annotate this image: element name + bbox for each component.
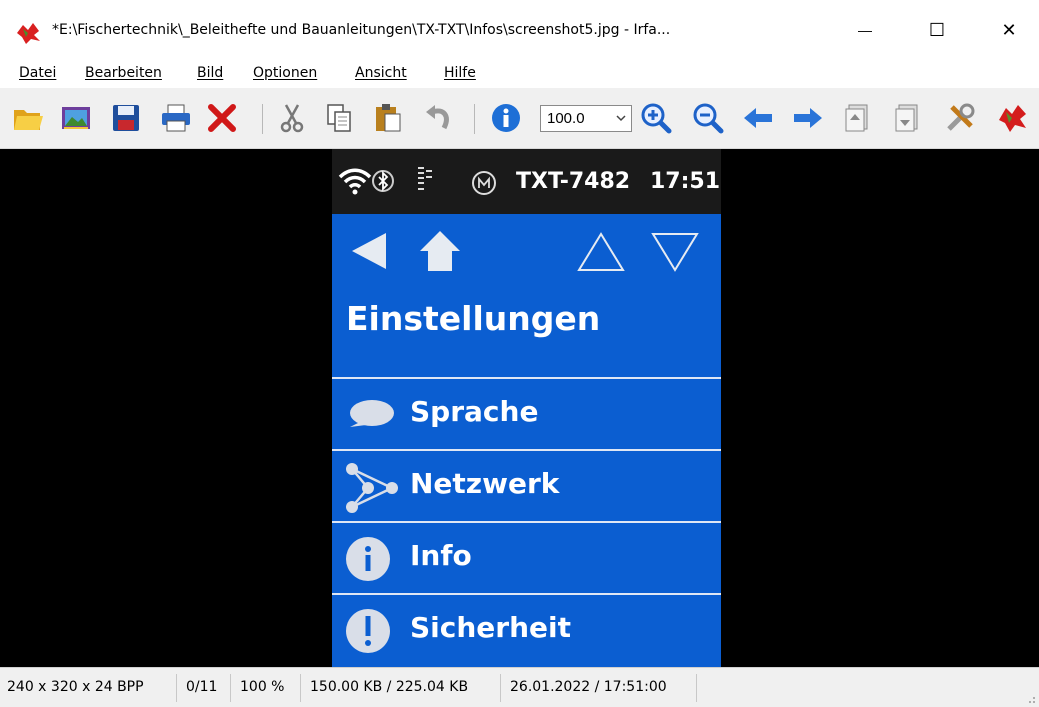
open-folder-icon[interactable] xyxy=(12,102,44,134)
zoom-in-icon[interactable] xyxy=(640,102,672,134)
resize-grip-icon[interactable] xyxy=(1024,692,1036,704)
scroll-up-icon xyxy=(577,232,625,271)
maximize-icon: ☐ xyxy=(928,19,946,40)
menu-optionen[interactable]: Optionen xyxy=(253,65,317,81)
device-menu-item-sicherheit: Sicherheit xyxy=(332,593,721,665)
image-index: 0/11 xyxy=(186,679,218,695)
usb-status-icon xyxy=(418,167,432,190)
motor-icon xyxy=(472,171,496,195)
zoom-out-icon[interactable] xyxy=(692,102,724,134)
chevron-down-icon xyxy=(616,115,626,122)
bluetooth-icon xyxy=(372,170,394,192)
status-divider xyxy=(500,674,501,702)
device-menu-label: Info xyxy=(410,539,472,572)
device-status-bar: TXT-7482 17:51 xyxy=(332,149,721,214)
menu-bar: Datei Bearbeiten Bild Optionen Ansicht H… xyxy=(0,60,1039,88)
first-page-icon[interactable] xyxy=(842,102,874,134)
status-divider xyxy=(176,674,177,702)
menu-bild[interactable]: Bild xyxy=(197,65,223,81)
device-time: 17:51 xyxy=(650,169,721,194)
close-button[interactable]: ✕ xyxy=(986,12,1032,48)
delete-icon[interactable] xyxy=(206,102,238,134)
irfanview-icon[interactable] xyxy=(996,102,1028,134)
paste-icon[interactable] xyxy=(372,102,404,134)
status-divider xyxy=(696,674,697,702)
menu-hilfe[interactable]: Hilfe xyxy=(444,65,476,81)
save-icon[interactable] xyxy=(110,102,142,134)
zoom-select[interactable]: 100.0 xyxy=(540,105,632,132)
close-icon: ✕ xyxy=(1001,19,1017,40)
maximize-button[interactable]: ☐ xyxy=(914,12,960,48)
toolbar-separator xyxy=(262,104,263,134)
thumbnails-icon[interactable] xyxy=(60,102,92,134)
menu-ansicht[interactable]: Ansicht xyxy=(355,65,407,81)
scroll-down-icon xyxy=(651,233,699,272)
zoom-value: 100.0 xyxy=(547,110,585,127)
image-viewer[interactable]: TXT-7482 17:51 Einstellungen Sprache Net… xyxy=(0,149,1039,667)
status-divider xyxy=(300,674,301,702)
print-icon[interactable] xyxy=(160,102,192,134)
back-arrow-icon xyxy=(352,233,386,269)
wifi-icon xyxy=(338,168,372,195)
device-menu-item-netzwerk: Netzwerk xyxy=(332,449,721,521)
settings-icon[interactable] xyxy=(944,102,976,134)
file-datetime: 26.01.2022 / 17:51:00 xyxy=(510,679,667,695)
home-icon xyxy=(420,231,460,271)
file-size: 150.00 KB / 225.04 KB xyxy=(310,679,469,695)
status-divider xyxy=(230,674,231,702)
txt-device-screen: TXT-7482 17:51 Einstellungen Sprache Net… xyxy=(332,149,721,667)
toolbar: 100.0 xyxy=(0,88,1039,149)
minimize-button[interactable]: — xyxy=(842,12,888,48)
network-icon xyxy=(346,463,398,513)
previous-icon[interactable] xyxy=(742,102,774,134)
device-menu-label: Netzwerk xyxy=(410,467,560,500)
exclamation-icon xyxy=(346,609,390,653)
device-menu-item-sprache: Sprache xyxy=(332,377,721,449)
device-heading: Einstellungen xyxy=(346,299,601,338)
device-name: TXT-7482 xyxy=(516,169,631,194)
menu-datei[interactable]: Datei xyxy=(19,65,56,81)
info-icon[interactable] xyxy=(490,102,522,134)
copy-icon[interactable] xyxy=(323,102,355,134)
image-dimensions: 240 x 320 x 24 BPP xyxy=(7,679,144,695)
title-bar: *E:\Fischertechnik\_Beleithefte und Baua… xyxy=(0,0,1039,60)
cut-icon[interactable] xyxy=(276,102,308,134)
speech-bubble-icon xyxy=(350,400,394,427)
device-menu-label: Sicherheit xyxy=(410,611,571,644)
last-page-icon[interactable] xyxy=(892,102,924,134)
minimize-icon: — xyxy=(858,22,872,38)
undo-icon[interactable] xyxy=(422,102,454,134)
zoom-percent: 100 % xyxy=(240,679,285,695)
device-menu-item-info: Info xyxy=(332,521,721,593)
window-title: *E:\Fischertechnik\_Beleithefte und Baua… xyxy=(52,22,671,38)
menu-bearbeiten[interactable]: Bearbeiten xyxy=(85,65,162,81)
status-bar: 240 x 320 x 24 BPP 0/11 100 % 150.00 KB … xyxy=(0,667,1039,707)
next-icon[interactable] xyxy=(792,102,824,134)
toolbar-separator xyxy=(474,104,475,134)
device-menu-label: Sprache xyxy=(410,395,539,428)
info-circle-icon xyxy=(346,537,390,581)
irfanview-app-icon[interactable] xyxy=(14,21,42,45)
